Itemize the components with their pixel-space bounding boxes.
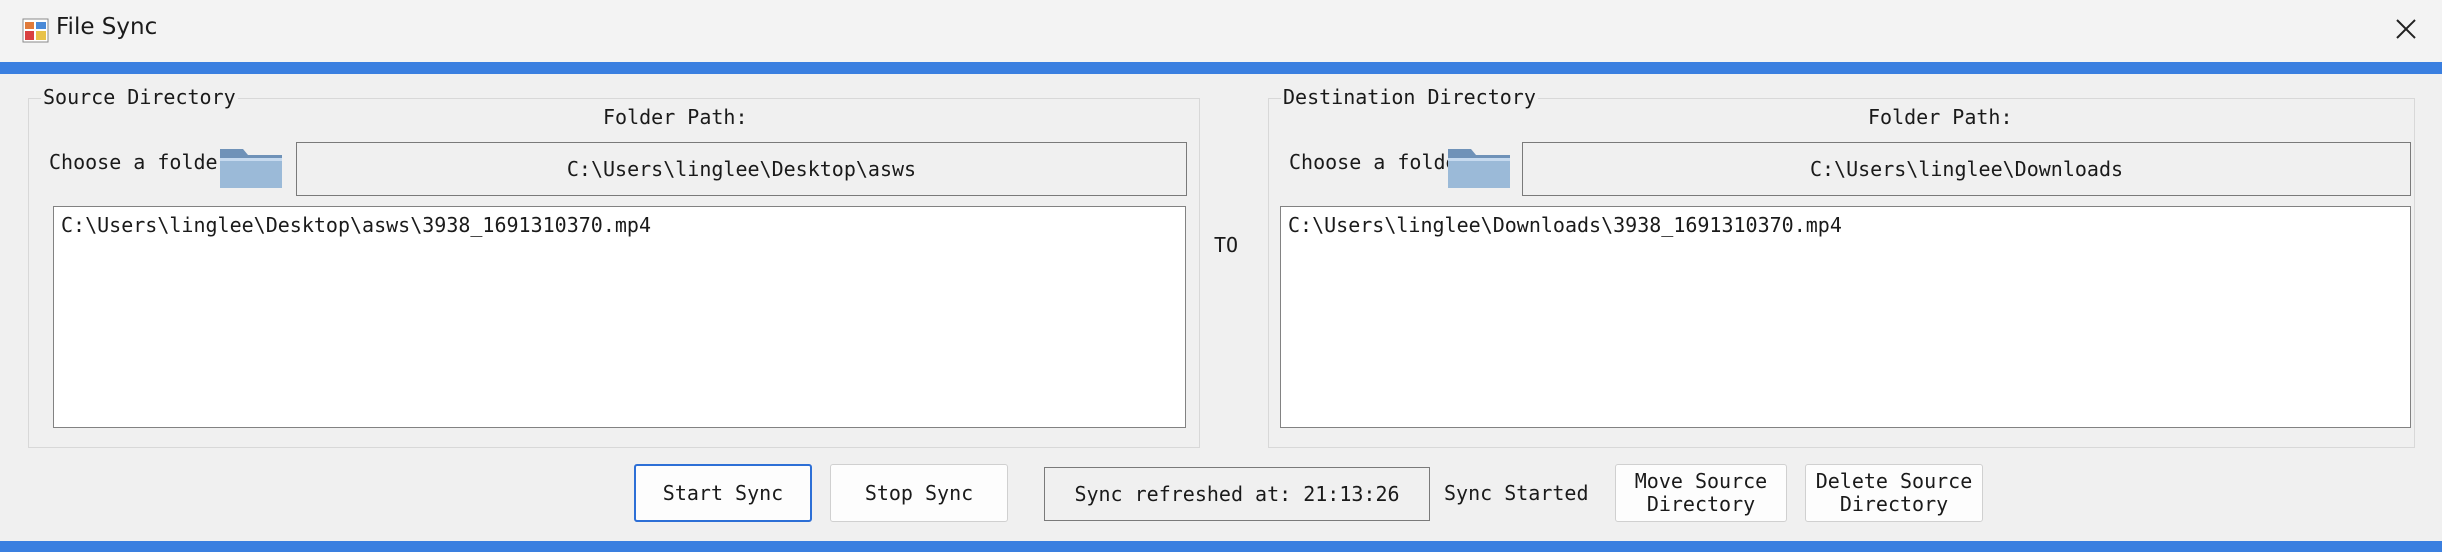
destination-folder-path-text: C:\Users\linglee\Downloads [1809, 157, 2124, 181]
destination-folder-path-label: Folder Path: [1868, 105, 2013, 129]
sync-status-text: Sync refreshed at: 21:13:26 [1074, 482, 1400, 506]
destination-folder-path-field[interactable]: C:\Users\linglee\Downloads [1522, 142, 2411, 196]
list-item[interactable]: C:\Users\linglee\Downloads\3938_16913103… [1281, 207, 2410, 243]
list-item[interactable]: C:\Users\linglee\Desktop\asws\3938_16913… [54, 207, 1185, 243]
title-bar: File Sync [0, 0, 2442, 63]
sync-status-field: Sync refreshed at: 21:13:26 [1044, 467, 1430, 521]
close-button[interactable] [2370, 0, 2442, 58]
destination-file-list[interactable]: C:\Users\linglee\Downloads\3938_16913103… [1280, 206, 2411, 428]
destination-choose-folder-label: Choose a folde [1289, 150, 1458, 174]
sync-state-label: Sync Started [1444, 481, 1589, 505]
destination-directory-group: Destination Directory Folder Path: Choos… [1268, 85, 2415, 448]
accent-bar-bottom [0, 541, 2442, 552]
to-label: TO [1214, 233, 1239, 257]
destination-group-title: Destination Directory [1281, 85, 1538, 109]
app-icon [22, 18, 49, 43]
delete-source-label-line2: Directory [1839, 492, 1949, 516]
move-source-label-line2: Directory [1646, 492, 1756, 516]
source-folder-icon[interactable] [218, 141, 284, 191]
source-choose-folder-label: Choose a folde [49, 150, 218, 174]
destination-folder-icon[interactable] [1446, 141, 1512, 191]
source-directory-group: Source Directory Folder Path: Choose a f… [28, 85, 1200, 448]
close-icon [2396, 19, 2416, 39]
source-file-list[interactable]: C:\Users\linglee\Desktop\asws\3938_16913… [53, 206, 1186, 428]
source-folder-path-label: Folder Path: [603, 105, 748, 129]
window-title: File Sync [56, 14, 158, 40]
delete-source-directory-button[interactable]: Delete Source Directory [1805, 464, 1983, 522]
stop-sync-button[interactable]: Stop Sync [830, 464, 1008, 522]
move-source-label-line1: Move Source [1634, 469, 1768, 493]
move-source-directory-button[interactable]: Move Source Directory [1615, 464, 1787, 522]
source-group-title: Source Directory [41, 85, 238, 109]
source-folder-path-text: C:\Users\linglee\Desktop\asws [566, 157, 917, 181]
start-sync-button[interactable]: Start Sync [634, 464, 812, 522]
accent-bar-top [0, 62, 2442, 74]
source-folder-path-field[interactable]: C:\Users\linglee\Desktop\asws [296, 142, 1187, 196]
delete-source-label-line1: Delete Source [1815, 469, 1973, 493]
